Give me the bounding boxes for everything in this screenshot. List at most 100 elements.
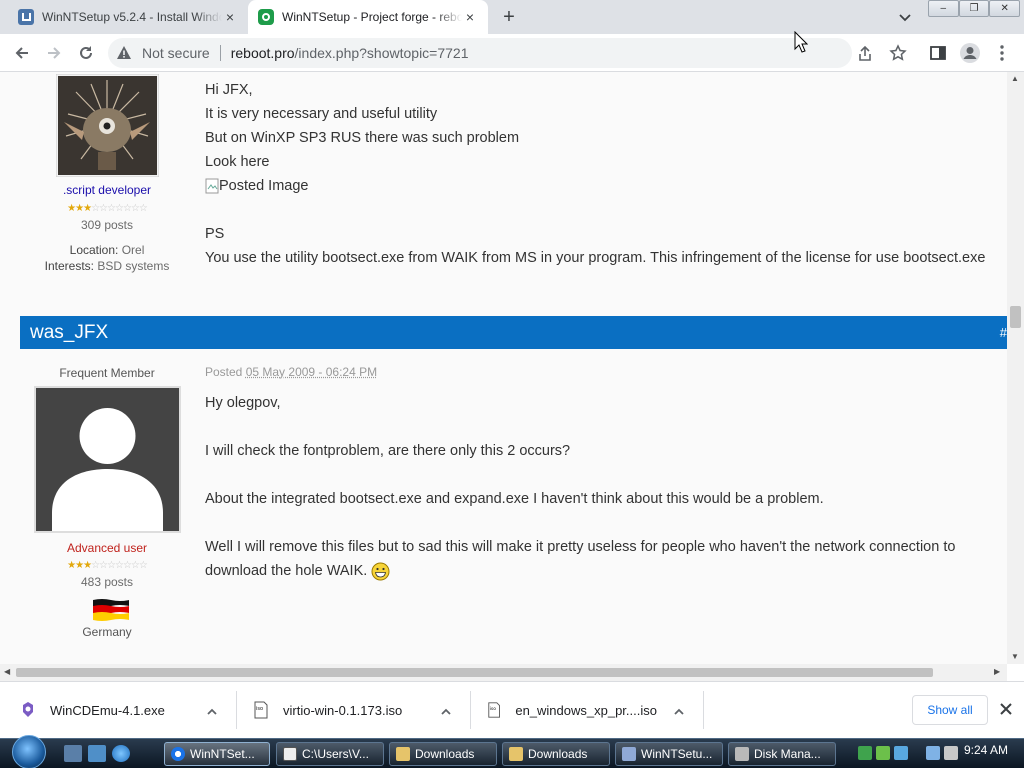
download-filename: en_windows_xp_pr....iso [515,702,657,718]
vertical-scrollbar[interactable]: ▲ ▼ [1007,72,1024,664]
star-rating: ★ ★ ★ ☆ ☆ ☆ ☆ ☆ ☆ ☆ [67,560,148,571]
download-item[interactable]: iso en_windows_xp_pr....iso [487,692,657,728]
star-empty-icon: ☆ [91,560,100,571]
bookmark-star-icon[interactable] [889,44,907,62]
post-date: 05 May 2009 - 06:24 PM [245,365,378,379]
close-tab-icon[interactable]: × [462,9,478,25]
scroll-left-icon[interactable]: ◀ [4,667,10,676]
tray-app-icon[interactable] [894,746,908,760]
star-empty-icon: ☆ [130,560,140,571]
interests-value: BSD systems [97,259,170,273]
chevron-up-icon[interactable] [205,705,219,719]
post-anchor-link[interactable]: # [1000,316,1007,349]
taskbar-button[interactable]: WinNTSet... [164,742,270,766]
post-line: PS [205,226,225,242]
monitor-tray-icon[interactable] [926,746,940,760]
grin-emoticon-icon [371,562,390,580]
taskbar-button[interactable]: Disk Mana... [728,742,836,766]
svg-text:iso: iso [256,706,263,712]
taskbar-button[interactable]: Downloads [389,742,497,766]
post-body: Hi JFX, It is very necessary and useful … [205,78,985,270]
scroll-up-icon[interactable]: ▲ [1011,74,1019,83]
chevron-up-icon[interactable] [672,705,686,719]
star-empty-icon: ☆ [91,203,100,214]
scrollbar-thumb[interactable] [16,668,933,677]
download-item[interactable]: WinCDEmu-4.1.exe [20,692,220,728]
minimize-button[interactable]: ‒ [928,0,959,17]
address-bar[interactable]: Not secure reboot.pro/index.php?showtopi… [108,38,852,68]
downloads-bar: WinCDEmu-4.1.exe iso virtio-win-0.1.173.… [0,681,1024,738]
post-line: Well I will remove this files but to sad… [205,539,956,555]
start-button[interactable] [12,735,46,768]
taskbar-button[interactable]: Downloads [502,742,610,766]
reload-button[interactable] [74,41,98,65]
show-desktop-icon[interactable] [64,745,82,762]
post-line: download the hole WAIK. [205,559,955,583]
star-empty-icon: ☆ [122,203,132,214]
close-icon[interactable] [998,701,1014,717]
warning-icon[interactable] [116,45,132,61]
chevron-down-icon[interactable] [896,8,914,26]
star-rating: ★ ★ ★ ☆ ☆ ☆ ☆ ☆ ☆ ☆ [67,203,148,214]
url-path: /index.php?showtopic=7721 [294,45,469,61]
show-all-button[interactable]: Show all [912,695,988,725]
taskbar-button[interactable]: WinNTSetu... [615,742,723,766]
folder-icon [509,747,523,761]
side-panel-icon[interactable] [929,44,947,62]
post-header: was_JFX # [20,316,1007,349]
avatar[interactable] [34,386,181,533]
security-label[interactable]: Not secure [142,45,210,61]
network-tray-icon[interactable] [858,746,872,760]
tray-app-icon[interactable] [876,746,890,760]
iso-file-icon: iso [488,702,500,718]
star-filled-icon: ★ [83,560,92,571]
rating-stars: ★ ★ ★ ☆ ☆ ☆ ☆ ☆ ☆ ☆ [26,557,188,571]
profile-avatar-icon[interactable] [959,42,981,64]
star-empty-icon: ☆ [99,203,108,214]
post-line: Hi JFX, [205,82,253,98]
back-button[interactable] [10,41,34,65]
post-line [205,463,955,487]
scrollbar-thumb[interactable] [1010,306,1021,328]
download-item[interactable]: iso virtio-win-0.1.173.iso [253,692,423,728]
scroll-down-icon[interactable]: ▼ [1011,652,1019,661]
switch-windows-icon[interactable] [88,745,106,762]
post-meta: Posted 05 May 2009 - 06:24 PM [205,365,377,379]
folder-icon [396,747,410,761]
internet-explorer-icon[interactable] [112,745,130,762]
post-line [205,511,955,535]
volume-muted-icon[interactable] [944,746,958,760]
close-window-button[interactable]: ✕ [989,0,1021,17]
more-menu-icon[interactable] [995,44,1009,62]
divider [236,691,237,729]
broken-image[interactable]: Posted Image [205,174,985,198]
taskbar-button[interactable]: C:\Users\V... [276,742,384,766]
share-icon[interactable] [856,45,874,63]
arrow-left-icon [15,47,28,59]
download-filename: virtio-win-0.1.173.iso [283,702,403,718]
chevron-up-icon[interactable] [439,705,453,719]
tab-winntsetup-install[interactable]: WinNTSetup v5.2.4 - Install Windows × [8,0,248,34]
url-host: reboot.pro [230,45,295,61]
svg-text:iso: iso [490,706,497,712]
username[interactable]: was_JFX [30,322,108,343]
star-empty-icon: ☆ [114,203,124,214]
star-empty-icon: ☆ [99,560,108,571]
location-value: Orel [121,243,145,257]
forward-button[interactable] [42,41,66,65]
tab-strip: WinNTSetup v5.2.4 - Install Windows × Wi… [0,0,1024,34]
member-rank: Frequent Member [59,366,155,380]
maximize-button[interactable]: ❐ [958,0,990,17]
horizontal-scrollbar[interactable]: ◀ ▶ [0,664,1007,681]
post-count: 309 posts [80,218,134,232]
system-clock[interactable]: 9:24 AM [964,743,1008,757]
tab-winntsetup-forge[interactable]: WinNTSetup - Project forge - reboot.pro … [248,0,488,34]
reload-icon [80,46,92,59]
scroll-right-icon[interactable]: ▶ [994,667,1000,676]
close-tab-icon[interactable]: × [222,9,238,25]
window-controls: ‒ ❐ ✕ [928,0,1021,18]
new-tab-button[interactable]: + [498,6,520,28]
avatar[interactable] [56,74,159,177]
taskbar-button-label: WinNTSetu... [641,747,713,761]
disk-management-icon [735,747,749,761]
